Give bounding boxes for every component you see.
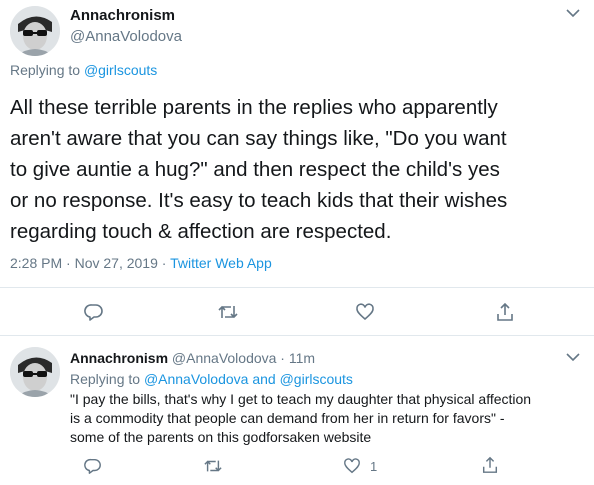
- display-name[interactable]: Annachronism: [70, 350, 168, 366]
- chevron-down-icon[interactable]: [566, 8, 580, 18]
- reply-header: Annachronism @AnnaVolodova · 11m: [70, 350, 315, 366]
- like-icon[interactable]: [343, 457, 361, 475]
- tweet-age[interactable]: · 11m: [276, 350, 315, 366]
- share-icon[interactable]: [495, 301, 515, 323]
- meta-separator: ·: [157, 255, 171, 271]
- user-handle[interactable]: @AnnaVolodova: [172, 350, 277, 366]
- reply-icon[interactable]: [84, 302, 104, 322]
- replying-to: Replying to @AnnaVolodova and @girlscout…: [70, 371, 353, 387]
- reply-icon[interactable]: [84, 457, 102, 475]
- avatar-image: [10, 6, 60, 56]
- tweet-text: "I pay the bills, that's why I get to te…: [70, 391, 532, 445]
- display-name[interactable]: Annachronism: [70, 7, 175, 24]
- divider: [0, 287, 594, 288]
- replying-to-label: Replying to: [70, 371, 144, 387]
- replying-to-link[interactable]: @AnnaVolodova and @girlscouts: [144, 371, 353, 387]
- tweet-meta: 2:28 PM · Nov 27, 2019 · Twitter Web App: [10, 255, 272, 271]
- avatar[interactable]: [10, 347, 60, 397]
- divider: [0, 335, 594, 336]
- user-handle[interactable]: @AnnaVolodova: [70, 28, 182, 45]
- tweet-timestamp[interactable]: 2:28 PM · Nov 27, 2019: [10, 255, 158, 271]
- retweet-icon[interactable]: [203, 457, 223, 475]
- like-count: 1: [370, 459, 378, 474]
- retweet-icon[interactable]: [217, 302, 239, 322]
- share-icon[interactable]: [481, 455, 499, 475]
- replying-to: Replying to @girlscouts: [10, 62, 157, 78]
- avatar[interactable]: [10, 6, 60, 56]
- replying-to-link[interactable]: @girlscouts: [84, 62, 157, 78]
- like-icon[interactable]: [355, 302, 375, 322]
- avatar-image: [10, 347, 60, 397]
- replying-to-label: Replying to: [10, 62, 84, 78]
- tweet-text: All these terrible parents in the replie…: [10, 96, 508, 243]
- chevron-down-icon[interactable]: [566, 352, 580, 362]
- tweet-source[interactable]: Twitter Web App: [170, 255, 272, 271]
